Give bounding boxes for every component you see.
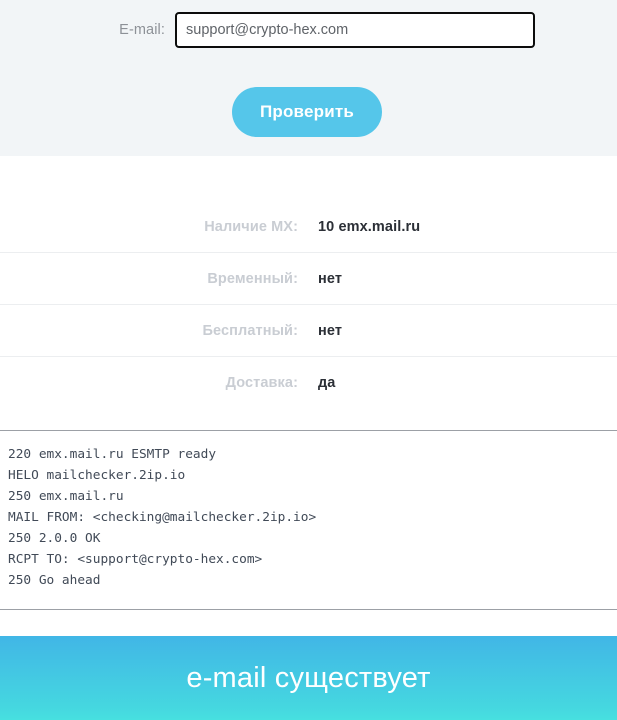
table-row: Временный: нет xyxy=(0,253,617,305)
result-value-free: нет xyxy=(318,322,343,339)
smtp-log: 220 emx.mail.ru ESMTP ready HELO mailche… xyxy=(8,447,317,588)
email-input[interactable] xyxy=(175,12,535,48)
results-table: Наличие MX: 10 emx.mail.ru Временный: не… xyxy=(0,201,617,408)
email-checker-page: E-mail: Проверить Наличие MX: 10 emx.mai… xyxy=(0,0,617,720)
email-label: E-mail: xyxy=(119,22,165,38)
result-label-delivery: Доставка: xyxy=(225,374,298,391)
table-row: Наличие MX: 10 emx.mail.ru xyxy=(0,201,617,253)
result-value-delivery: да xyxy=(318,374,336,391)
check-button[interactable]: Проверить xyxy=(232,87,382,137)
verdict-banner: e-mail существует xyxy=(0,636,617,720)
result-label-free: Бесплатный: xyxy=(202,322,298,339)
verdict-text: e-mail существует xyxy=(186,661,431,694)
result-label-mx: Наличие MX: xyxy=(204,218,298,235)
verdict-spacer xyxy=(0,610,617,636)
email-form-panel: E-mail: Проверить xyxy=(0,0,617,156)
result-value-mx: 10 emx.mail.ru xyxy=(318,218,421,235)
email-form-row: E-mail: xyxy=(0,12,617,48)
table-row: Бесплатный: нет xyxy=(0,305,617,357)
result-label-temporary: Временный: xyxy=(207,270,298,287)
result-value-temporary: нет xyxy=(318,270,343,287)
table-row: Доставка: да xyxy=(0,357,617,408)
